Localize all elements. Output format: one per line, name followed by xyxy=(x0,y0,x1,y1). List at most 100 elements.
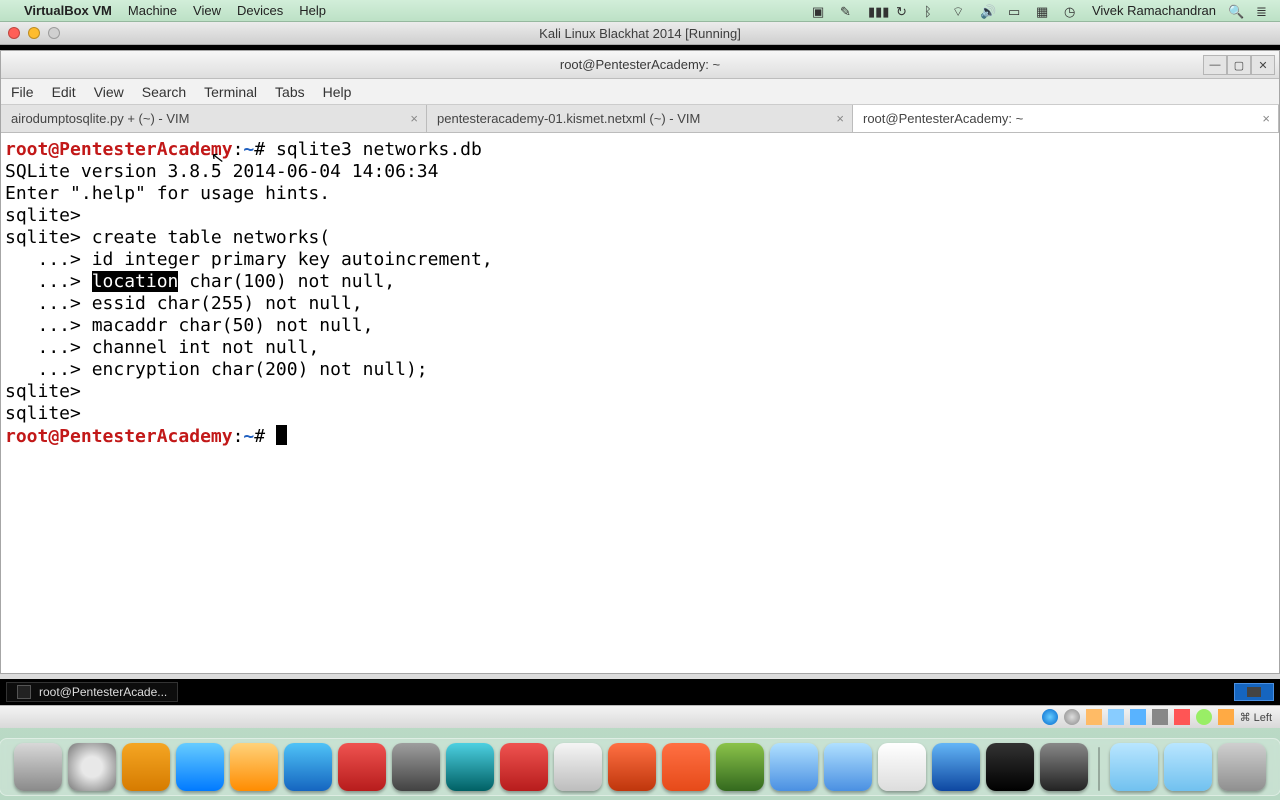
close-tab-icon[interactable]: × xyxy=(836,111,844,126)
terminal-tabs: airodumptosqlite.py + (~) - VIM × pentes… xyxy=(1,105,1279,133)
terminal-window: root@PentesterAcademy: ~ — ▢ ✕ File Edit… xyxy=(0,50,1280,674)
display-icon[interactable]: ▭ xyxy=(1008,4,1024,18)
dock-powerpoint-icon[interactable] xyxy=(500,743,548,791)
term-menu-help[interactable]: Help xyxy=(323,84,352,100)
vm-window: Kali Linux Blackhat 2014 [Running] Appli… xyxy=(0,22,1280,728)
prompt-path: ~ xyxy=(243,426,254,447)
dock xyxy=(0,738,1280,796)
term-menu-file[interactable]: File xyxy=(11,84,34,100)
prompt-sep: : xyxy=(233,426,244,447)
prompt-path: ~ xyxy=(243,139,254,160)
terminal-body[interactable]: root@PentesterAcademy:~# sqlite3 network… xyxy=(1,133,1279,673)
taskbar-entry-terminal[interactable]: root@PentesterAcade... xyxy=(6,682,178,702)
bluetooth-icon[interactable]: ᛒ xyxy=(924,4,940,18)
vb-disk-icon[interactable] xyxy=(1042,709,1058,725)
dock-terminal2-icon[interactable] xyxy=(986,743,1034,791)
output-line: SQLite version 3.8.5 2014-06-04 14:06:34 xyxy=(5,161,438,182)
workspace-thumbnail[interactable] xyxy=(1234,683,1274,701)
terminal-titlebar[interactable]: root@PentesterAcademy: ~ — ▢ ✕ xyxy=(1,51,1279,79)
vb-mouse-icon[interactable] xyxy=(1196,709,1212,725)
volume-icon[interactable]: 🔊 xyxy=(980,4,996,18)
window-maximize-button[interactable]: ▢ xyxy=(1227,55,1251,75)
wifi-icon[interactable]: ⌔ xyxy=(952,4,968,18)
prompt-user: root@PentesterAcademy xyxy=(5,139,233,160)
window-thumb-icon xyxy=(1247,687,1261,697)
terminal-tab-3[interactable]: root@PentesterAcademy: ~ × xyxy=(853,105,1279,132)
dock-iphoto-icon[interactable] xyxy=(338,743,386,791)
user-name[interactable]: Vivek Ramachandran xyxy=(1092,3,1216,18)
dock-area xyxy=(0,728,1280,800)
prompt-suffix: # xyxy=(254,426,276,447)
menu-view[interactable]: View xyxy=(193,3,221,18)
timemachine-icon[interactable]: ↻ xyxy=(896,4,912,18)
dock-preview-icon[interactable] xyxy=(554,743,602,791)
dock-folder2-icon[interactable] xyxy=(1164,743,1212,791)
dock-chrome-icon[interactable] xyxy=(878,743,926,791)
clock-icon[interactable]: ◷ xyxy=(1064,4,1080,18)
menu-help[interactable]: Help xyxy=(299,3,326,18)
dock-word-icon[interactable] xyxy=(446,743,494,791)
dock-trash-icon[interactable] xyxy=(1218,743,1266,791)
sql-line: essid char(255) not null, xyxy=(92,293,363,314)
cont-prompt: ...> xyxy=(5,271,92,292)
vb-display-icon[interactable] xyxy=(1152,709,1168,725)
dock-folder1-icon[interactable] xyxy=(1110,743,1158,791)
sql-line: char(100) not null, xyxy=(178,271,395,292)
term-menu-tabs[interactable]: Tabs xyxy=(275,84,305,100)
term-menu-view[interactable]: View xyxy=(94,84,124,100)
vb-usb-icon[interactable] xyxy=(1108,709,1124,725)
sqlite-prompt: sqlite> xyxy=(5,403,92,424)
window-close-button[interactable]: ✕ xyxy=(1251,55,1275,75)
menu-machine[interactable]: Machine xyxy=(128,3,177,18)
vb-shared-folder-icon[interactable] xyxy=(1130,709,1146,725)
vb-optical-icon[interactable] xyxy=(1064,709,1080,725)
menu-devices[interactable]: Devices xyxy=(237,3,283,18)
window-minimize-button[interactable]: — xyxy=(1203,55,1227,75)
dock-generic-icon[interactable] xyxy=(716,743,764,791)
terminal-tab-2[interactable]: pentesteracademy-01.kismet.netxml (~) - … xyxy=(427,105,853,132)
active-app-name[interactable]: VirtualBox VM xyxy=(24,3,112,18)
window-traffic-lights xyxy=(8,27,60,39)
minimize-button[interactable] xyxy=(28,27,40,39)
term-menu-terminal[interactable]: Terminal xyxy=(204,84,257,100)
terminal-icon xyxy=(17,685,31,699)
dock-virtualbox2-icon[interactable] xyxy=(824,743,872,791)
vm-title: Kali Linux Blackhat 2014 [Running] xyxy=(539,26,741,41)
close-button[interactable] xyxy=(8,27,20,39)
dock-ibooks-icon[interactable] xyxy=(230,743,278,791)
zoom-button[interactable] xyxy=(48,27,60,39)
sql-line: create table networks( xyxy=(92,227,330,248)
term-menu-edit[interactable]: Edit xyxy=(52,84,76,100)
cont-prompt: ...> xyxy=(5,337,92,358)
dock-launchpad-icon[interactable] xyxy=(68,743,116,791)
notification-center-icon[interactable]: ≣ xyxy=(1256,4,1272,18)
camera-icon[interactable]: ▣ xyxy=(812,4,828,18)
evernote-icon[interactable]: ✎ xyxy=(840,4,856,18)
spotlight-icon[interactable]: 🔍 xyxy=(1228,4,1244,18)
sql-line: macaddr char(50) not null, xyxy=(92,315,374,336)
date-icon[interactable]: ▦ xyxy=(1036,4,1052,18)
battery-icon[interactable]: ▮▮▮ xyxy=(868,4,884,18)
dock-utility-icon[interactable] xyxy=(608,743,656,791)
dock-finder-icon[interactable] xyxy=(14,743,62,791)
vm-titlebar[interactable]: Kali Linux Blackhat 2014 [Running] xyxy=(0,22,1280,45)
vb-keyboard-icon[interactable] xyxy=(1218,709,1234,725)
vb-video-icon[interactable] xyxy=(1174,709,1190,725)
vb-network-icon[interactable] xyxy=(1086,709,1102,725)
terminal-tab-1[interactable]: airodumptosqlite.py + (~) - VIM × xyxy=(1,105,427,132)
dock-sysprefs-icon[interactable] xyxy=(392,743,440,791)
term-menu-search[interactable]: Search xyxy=(142,84,186,100)
dock-imovie-icon[interactable] xyxy=(1040,743,1088,791)
dock-terminal-icon[interactable] xyxy=(932,743,980,791)
tab-label: pentesteracademy-01.kismet.netxml (~) - … xyxy=(437,111,700,126)
close-tab-icon[interactable]: × xyxy=(1262,111,1270,126)
dock-activity-icon[interactable] xyxy=(122,743,170,791)
dock-separator xyxy=(1098,747,1100,791)
cont-prompt: ...> xyxy=(5,249,92,270)
cont-prompt: ...> xyxy=(5,315,92,336)
dock-appstore-icon[interactable] xyxy=(284,743,332,791)
dock-virtualbox1-icon[interactable] xyxy=(770,743,818,791)
dock-itunes-icon[interactable] xyxy=(176,743,224,791)
dock-firefox-icon[interactable] xyxy=(662,743,710,791)
close-tab-icon[interactable]: × xyxy=(410,111,418,126)
